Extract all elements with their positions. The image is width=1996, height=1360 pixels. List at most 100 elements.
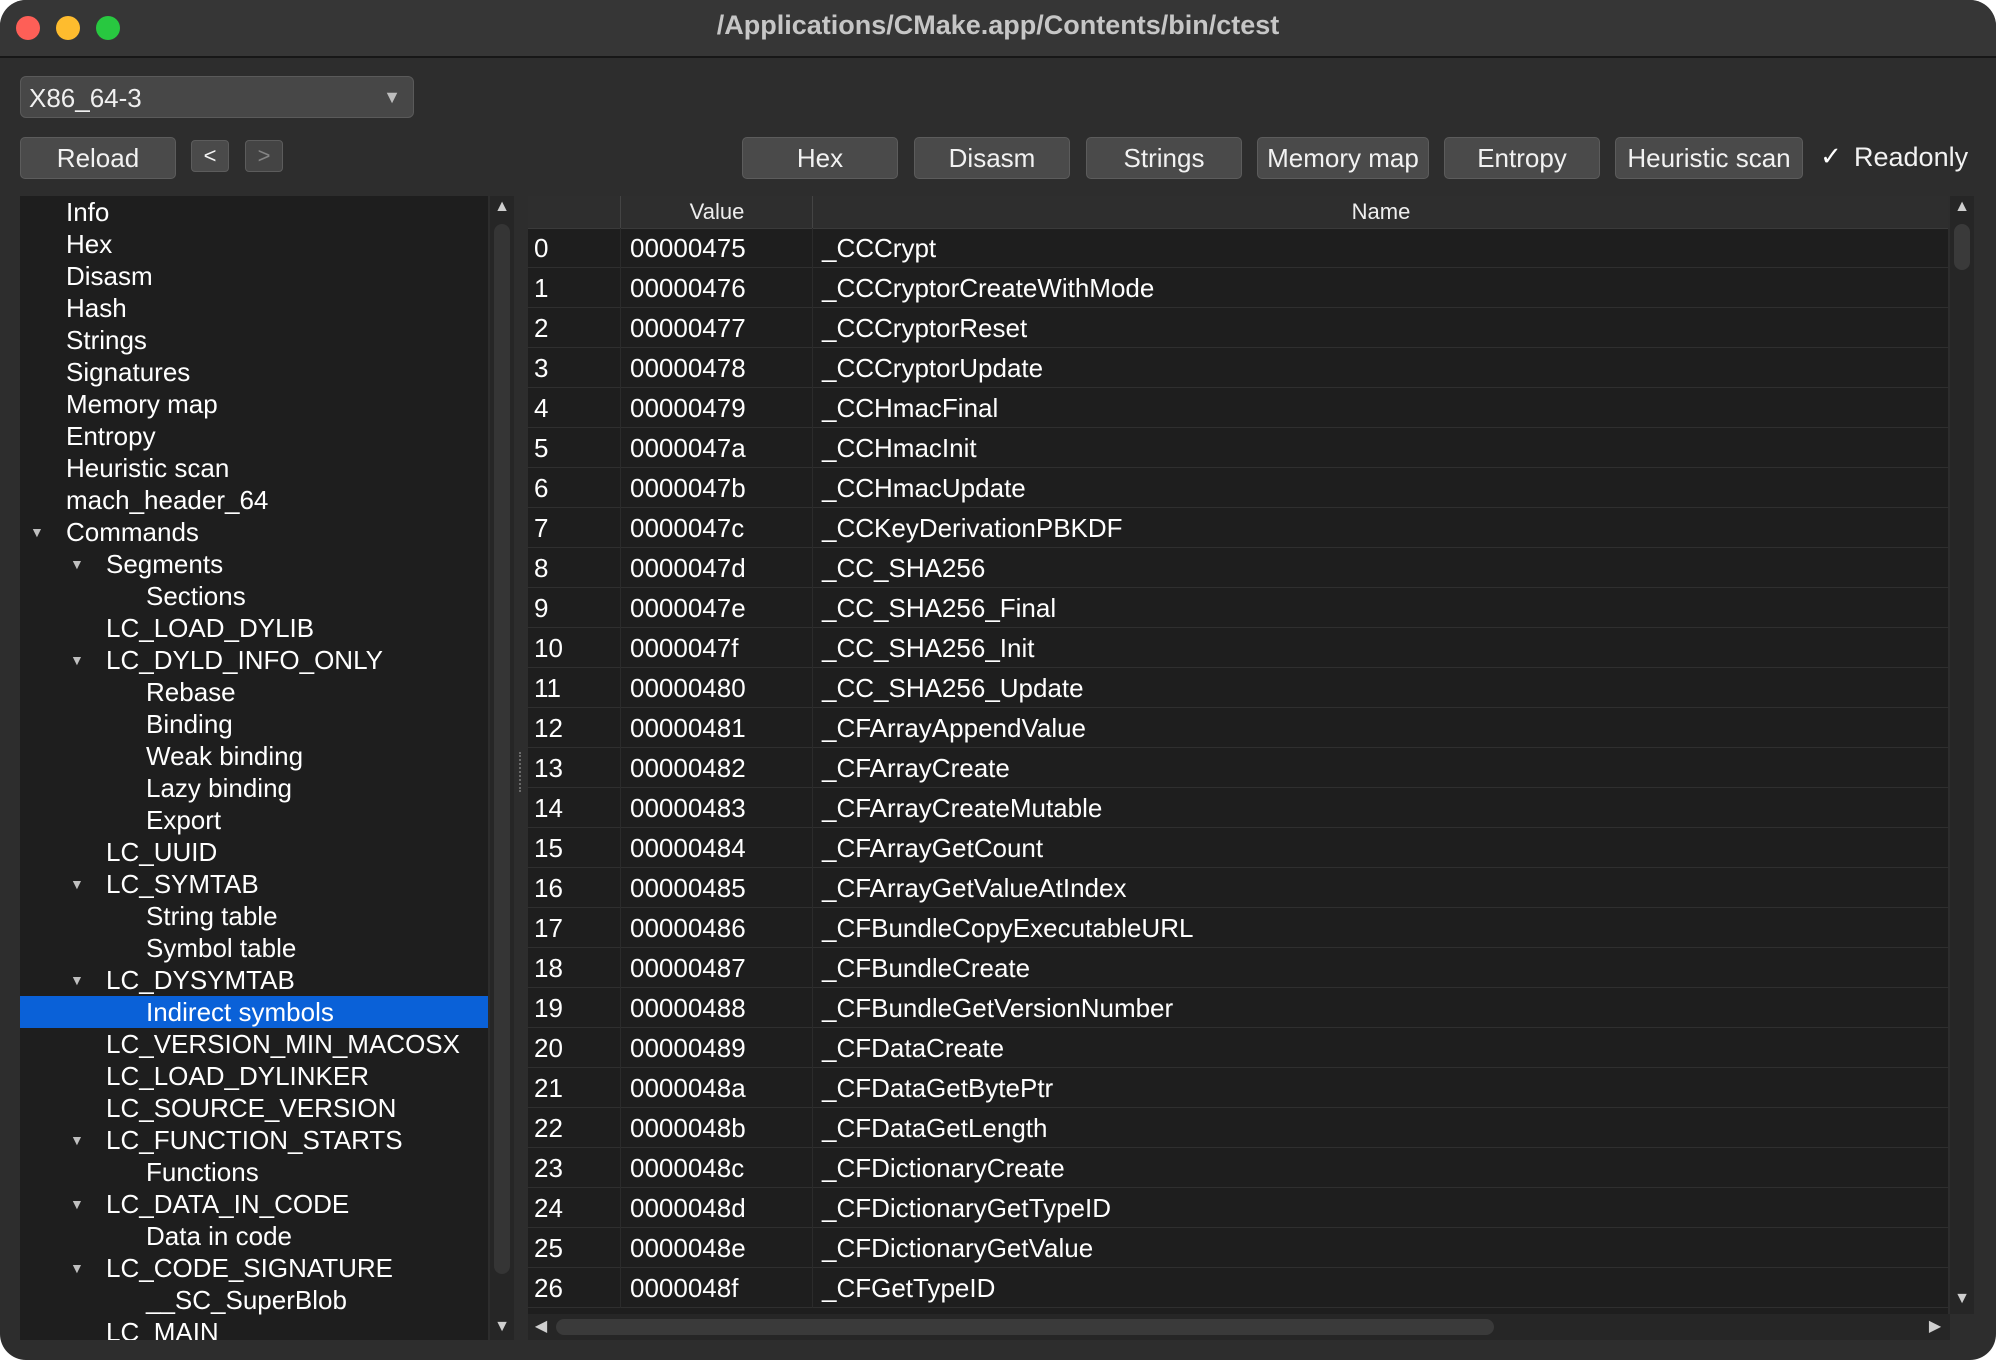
column-header[interactable]	[528, 196, 620, 228]
scroll-down-icon[interactable]: ▼	[490, 1318, 514, 1336]
tree-item[interactable]: String table	[20, 900, 488, 932]
expand-arrow-icon[interactable]: ▼	[30, 516, 44, 548]
tree-item[interactable]: LC_LOAD_DYLINKER	[20, 1060, 488, 1092]
tree-item[interactable]: ▼ LC_DATA_IN_CODE	[20, 1188, 488, 1220]
tree-item[interactable]: Info	[20, 196, 488, 228]
tree-item[interactable]: ▼ Commands	[20, 516, 488, 548]
tree-item[interactable]: mach_header_64	[20, 484, 488, 516]
tree-item[interactable]: Heuristic scan	[20, 452, 488, 484]
tree-item[interactable]: ▼ LC_SYMTAB	[20, 868, 488, 900]
tree-item[interactable]: ▼ LC_FUNCTION_STARTS	[20, 1124, 488, 1156]
scroll-right-icon[interactable]: ▶	[1922, 1314, 1948, 1340]
tree-item[interactable]: LC_VERSION_MIN_MACOSX	[20, 1028, 488, 1060]
table-row[interactable]: 1 00000476 _CCCryptorCreateWithMode	[528, 268, 1948, 308]
hex-button[interactable]: Hex	[742, 137, 898, 179]
column-header[interactable]: Value	[620, 196, 813, 228]
tree-item[interactable]: ▼ LC_DYLD_INFO_ONLY	[20, 644, 488, 676]
scroll-down-icon[interactable]: ▼	[1950, 1290, 1974, 1308]
table-row[interactable]: 22 0000048b _CFDataGetLength	[528, 1108, 1948, 1148]
tree-item[interactable]: Disasm	[20, 260, 488, 292]
table-horizontal-scrollbar[interactable]: ◀ ▶	[528, 1314, 1950, 1340]
scroll-up-icon[interactable]: ▲	[1950, 198, 1974, 216]
arch-select[interactable]: X86_64-3 ▼	[20, 76, 414, 118]
tree-item[interactable]: Binding	[20, 708, 488, 740]
table-row[interactable]: 19 00000488 _CFBundleGetVersionNumber	[528, 988, 1948, 1028]
column-header[interactable]: Name	[812, 196, 1948, 228]
scroll-left-icon[interactable]: ◀	[528, 1314, 554, 1340]
tree-item[interactable]: ▼ LC_CODE_SIGNATURE	[20, 1252, 488, 1284]
table-row[interactable]: 20 00000489 _CFDataCreate	[528, 1028, 1948, 1068]
table-row[interactable]: 2 00000477 _CCCryptorReset	[528, 308, 1948, 348]
expand-arrow-icon[interactable]: ▼	[70, 1124, 84, 1156]
tree-scrollbar[interactable]: ▲ ▼	[490, 196, 514, 1340]
forward-button[interactable]: >	[245, 140, 283, 172]
table-row[interactable]: 16 00000485 _CFArrayGetValueAtIndex	[528, 868, 1948, 908]
table-row[interactable]: 21 0000048a _CFDataGetBytePtr	[528, 1068, 1948, 1108]
table-row[interactable]: 5 0000047a _CCHmacInit	[528, 428, 1948, 468]
table-row[interactable]: 3 00000478 _CCCryptorUpdate	[528, 348, 1948, 388]
table-row[interactable]: 13 00000482 _CFArrayCreate	[528, 748, 1948, 788]
tree-item[interactable]: ▼ Segments	[20, 548, 488, 580]
memory-map-button[interactable]: Memory map	[1257, 137, 1429, 179]
tree-item[interactable]: Entropy	[20, 420, 488, 452]
expand-arrow-icon[interactable]: ▼	[70, 644, 84, 676]
strings-button[interactable]: Strings	[1086, 137, 1242, 179]
table-row[interactable]: 14 00000483 _CFArrayCreateMutable	[528, 788, 1948, 828]
table-row[interactable]: 7 0000047c _CCKeyDerivationPBKDF	[528, 508, 1948, 548]
tree-item[interactable]: Functions	[20, 1156, 488, 1188]
table-vscroll-thumb[interactable]	[1954, 224, 1970, 270]
disasm-button[interactable]: Disasm	[914, 137, 1070, 179]
indirect-symbols-table[interactable]: Value Name 0 00000475 _CCCrypt 1 00000476 _CCC…	[528, 196, 1948, 1314]
structure-tree[interactable]: Info Hex Disasm Hash Strings Signatures Memory…	[20, 196, 488, 1340]
tree-item[interactable]: ▼ LC_DYSYMTAB	[20, 964, 488, 996]
table-row[interactable]: 8 0000047d _CC_SHA256	[528, 548, 1948, 588]
tree-item[interactable]: Signatures	[20, 356, 488, 388]
table-row[interactable]: 9 0000047e _CC_SHA256_Final	[528, 588, 1948, 628]
tree-scroll-thumb[interactable]	[494, 224, 510, 1274]
tree-item[interactable]: Symbol table	[20, 932, 488, 964]
tree-item[interactable]: LC_UUID	[20, 836, 488, 868]
tree-item[interactable]: Hash	[20, 292, 488, 324]
tree-item[interactable]: Memory map	[20, 388, 488, 420]
table-vertical-scrollbar[interactable]: ▲ ▼	[1950, 196, 1974, 1314]
expand-arrow-icon[interactable]: ▼	[70, 1252, 84, 1284]
back-button[interactable]: <	[191, 140, 229, 172]
table-row[interactable]: 6 0000047b _CCHmacUpdate	[528, 468, 1948, 508]
tree-item[interactable]: Weak binding	[20, 740, 488, 772]
scroll-up-icon[interactable]: ▲	[490, 198, 514, 216]
table-row[interactable]: 23 0000048c _CFDictionaryCreate	[528, 1148, 1948, 1188]
entropy-button[interactable]: Entropy	[1444, 137, 1600, 179]
table-row[interactable]: 18 00000487 _CFBundleCreate	[528, 948, 1948, 988]
tree-item[interactable]: __SC_SuperBlob	[20, 1284, 488, 1316]
expand-arrow-icon[interactable]: ▼	[70, 548, 84, 580]
tree-item[interactable]: Lazy binding	[20, 772, 488, 804]
table-row[interactable]: 25 0000048e _CFDictionaryGetValue	[528, 1228, 1948, 1268]
tree-item[interactable]: Sections	[20, 580, 488, 612]
expand-arrow-icon[interactable]: ▼	[70, 964, 84, 996]
table-row[interactable]: 0 00000475 _CCCrypt	[528, 228, 1948, 268]
tree-item[interactable]: Export	[20, 804, 488, 836]
heuristic-scan-button[interactable]: Heuristic scan	[1615, 137, 1803, 179]
tree-item[interactable]: Indirect symbols	[20, 996, 488, 1028]
tree-item[interactable]: Rebase	[20, 676, 488, 708]
tree-item[interactable]: Strings	[20, 324, 488, 356]
table-row[interactable]: 11 00000480 _CC_SHA256_Update	[528, 668, 1948, 708]
table-row[interactable]: 10 0000047f _CC_SHA256_Init	[528, 628, 1948, 668]
pane-splitter[interactable]	[519, 752, 525, 792]
expand-arrow-icon[interactable]: ▼	[70, 868, 84, 900]
reload-button[interactable]: Reload	[20, 137, 176, 179]
tree-item[interactable]: LC_LOAD_DYLIB	[20, 612, 488, 644]
table-row[interactable]: 12 00000481 _CFArrayAppendValue	[528, 708, 1948, 748]
tree-item[interactable]: LC_MAIN	[20, 1316, 488, 1340]
tree-item[interactable]: Data in code	[20, 1220, 488, 1252]
table-row[interactable]: 26 0000048f _CFGetTypeID	[528, 1268, 1948, 1308]
readonly-checkbox[interactable]: ✓	[1818, 143, 1844, 169]
table-row[interactable]: 4 00000479 _CCHmacFinal	[528, 388, 1948, 428]
table-row[interactable]: 15 00000484 _CFArrayGetCount	[528, 828, 1948, 868]
tree-item[interactable]: Hex	[20, 228, 488, 260]
tree-item[interactable]: LC_SOURCE_VERSION	[20, 1092, 488, 1124]
table-row[interactable]: 24 0000048d _CFDictionaryGetTypeID	[528, 1188, 1948, 1228]
readonly-label[interactable]: Readonly	[1854, 142, 1968, 173]
table-row[interactable]: 17 00000486 _CFBundleCopyExecutableURL	[528, 908, 1948, 948]
table-hscroll-thumb[interactable]	[556, 1319, 1494, 1335]
